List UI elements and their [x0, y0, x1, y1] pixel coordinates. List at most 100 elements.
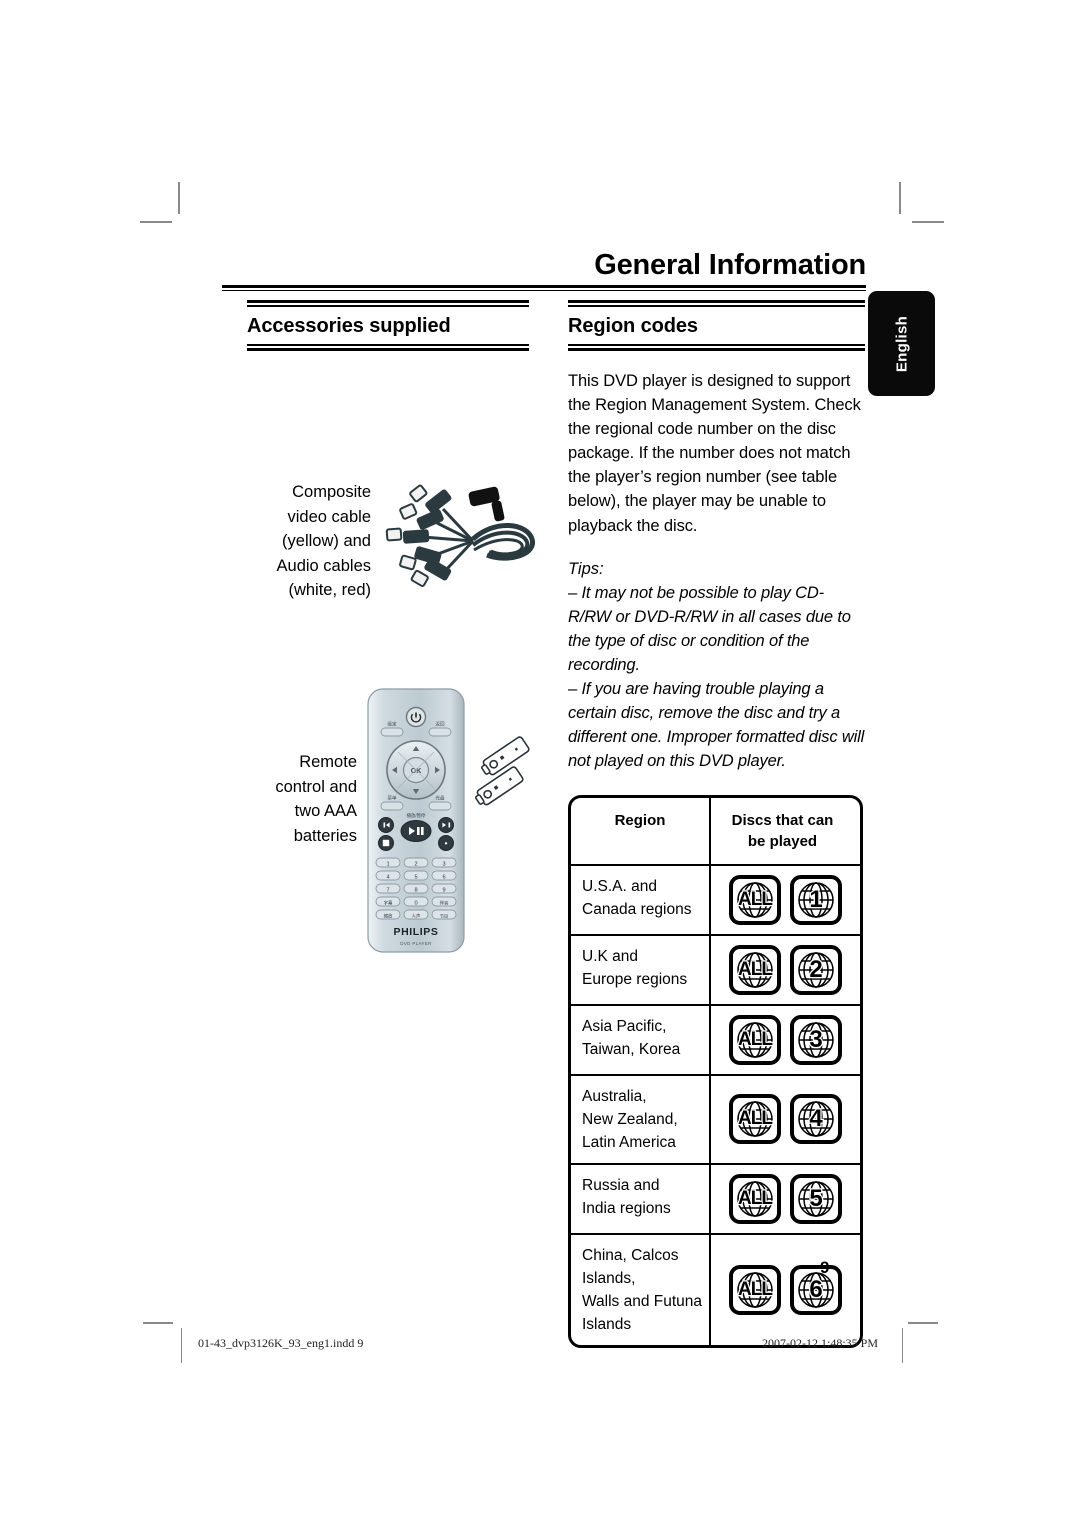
svg-text:8: 8 [414, 888, 417, 894]
tip-item: – It may not be possible to play CD-R/RW… [568, 583, 851, 675]
svg-text:缩放: 缩放 [384, 913, 393, 920]
region-badge-label: ALL [737, 1277, 774, 1301]
svg-text:1: 1 [386, 862, 389, 868]
region-badge-all-icon: ALL [729, 1264, 781, 1315]
svg-text:PHILIPS: PHILIPS [393, 926, 438, 938]
svg-text:9: 9 [442, 888, 445, 894]
section-heading-region-codes: Region codes [568, 315, 698, 337]
footer-crop-mark-right [908, 1322, 938, 1324]
svg-text:光盘: 光盘 [435, 795, 445, 802]
remote-control-illustration: 設定 返回 OK 菜单 光盘 播放/暂停 • 1 2 3 4 5 6 7 8 9… [365, 686, 540, 961]
crop-mark-top-left-vertical [178, 182, 180, 214]
region-badge-all-icon: ALL [729, 874, 781, 925]
crop-mark-top-right-horizontal [912, 221, 944, 223]
crop-mark-top-right-vertical [899, 182, 901, 214]
region-badge-all-icon: ALL [729, 1173, 781, 1224]
figure-caption-remote: Remote control and two AAA batteries [275, 753, 357, 845]
tips-list: – It may not be possible to play CD-R/RW… [568, 581, 865, 774]
svg-text:0: 0 [414, 901, 417, 907]
figure-remote-control: Remote control and two AAA batteries 設定 … [247, 686, 530, 961]
table-row: Asia Pacific, Taiwan, Korea ALL 3 [571, 1003, 860, 1074]
section-rule-bottom [247, 344, 529, 351]
footer-filename: 01-43_dvp3126K_93_eng1.indd 9 [198, 1336, 364, 1350]
table-header-row: Region Discs that can be played [571, 797, 860, 864]
table-cell-region: U.K and Europe regions [571, 935, 711, 1004]
section-rule-top [247, 300, 529, 307]
figure-composite-cables: Composite video cable (yellow) and Audio… [247, 479, 535, 604]
tip-item: – If you are having trouble playing a ce… [568, 680, 865, 771]
svg-text:6: 6 [442, 875, 445, 881]
region-badge-label: ALL [737, 1107, 774, 1131]
table-cell-discs: ALL 3 [711, 1006, 860, 1074]
svg-text:2: 2 [414, 862, 417, 868]
language-tab-english: English [868, 291, 935, 396]
table-cell-region: Australia, New Zealand, Latin America [571, 1075, 711, 1163]
svg-text:7: 7 [386, 888, 389, 894]
region-badge-label: ALL [737, 887, 774, 911]
table-header-region: Region [571, 797, 711, 864]
table-cell-discs: ALL 2 [711, 936, 860, 1004]
region-code-table: Region Discs that can be played U.S.A. a… [568, 794, 863, 1348]
accessories-column: Accessories supplied Composite video cab… [247, 300, 535, 961]
page-header: General Information [222, 248, 866, 291]
section-rule-top [568, 300, 865, 307]
region-badge-all-icon: ALL [729, 944, 781, 995]
region-badge-label: ALL [737, 1186, 774, 1210]
region-codes-column: Region codes This DVD player is designed… [568, 300, 865, 1348]
svg-text:3: 3 [442, 862, 445, 868]
region-badge-label: 5 [808, 1183, 824, 1213]
crop-mark-top-left-horizontal [140, 221, 172, 223]
svg-text:設定: 設定 [387, 721, 397, 728]
figure-caption-cables: Composite video cable (yellow) and Audio… [276, 483, 371, 600]
region-badge-label: 3 [808, 1024, 824, 1054]
header-rule [222, 285, 866, 291]
table-cell-discs: ALL 5 [711, 1165, 860, 1233]
svg-text:DVD PLAYER: DVD PLAYER [400, 941, 432, 946]
language-tab-label: English [893, 315, 910, 372]
svg-text:菜单: 菜单 [387, 795, 397, 802]
svg-text:人声: 人声 [412, 913, 421, 920]
region-badge-number-icon: 5 [790, 1173, 842, 1224]
table-cell-discs: ALL 4 [711, 1076, 860, 1163]
footer-timestamp: 2007-02-12 1:48:35 PM [762, 1336, 879, 1350]
table-cell-discs: ALL 6 [711, 1235, 860, 1345]
section-heading-accessories: Accessories supplied [247, 315, 451, 337]
svg-text:字幕: 字幕 [384, 900, 393, 907]
region-badge-all-icon: ALL [729, 1014, 781, 1065]
svg-text:返回: 返回 [435, 721, 445, 728]
region-badge-label: 4 [808, 1104, 824, 1134]
aaa-batteries [474, 736, 530, 806]
svg-text:•: • [445, 839, 448, 848]
region-badge-number-icon: 6 [790, 1264, 842, 1315]
table-row: U.K and Europe regions ALL 2 [571, 933, 860, 1004]
footer-divider-right [902, 1328, 903, 1363]
footer-crop-mark-left [143, 1322, 173, 1324]
table-header-discs: Discs that can be played [731, 811, 834, 850]
region-badge-number-icon: 3 [790, 1014, 842, 1065]
region-badge-label: 2 [808, 954, 824, 984]
region-badge-number-icon: 2 [790, 944, 842, 995]
table-cell-region: Russia and India regions [571, 1164, 711, 1233]
region-badge-label: ALL [737, 1027, 774, 1051]
region-badge-all-icon: ALL [729, 1094, 781, 1144]
table-row: U.S.A. and Canada regions ALL 1 [571, 863, 860, 934]
region-badge-label: 6 [808, 1274, 824, 1304]
table-row: China, Calcos Islands, Walls and Futuna … [571, 1232, 860, 1345]
region-badge-label: 1 [808, 884, 824, 914]
table-row: Australia, New Zealand, Latin America AL… [571, 1073, 860, 1163]
footer-divider-left [181, 1328, 182, 1363]
page-title: General Information [594, 249, 866, 281]
composite-cable-illustration [377, 479, 542, 604]
region-codes-body-text: This DVD player is designed to support t… [568, 372, 861, 535]
region-badge-number-icon: 4 [790, 1094, 842, 1144]
svg-text:5: 5 [414, 875, 417, 881]
svg-text:4: 4 [386, 875, 389, 881]
table-cell-region: China, Calcos Islands, Walls and Futuna … [571, 1234, 711, 1345]
region-badge-number-icon: 1 [790, 874, 842, 925]
table-row: Russia and India regions ALL 5 [571, 1162, 860, 1233]
svg-text:伴音: 伴音 [440, 900, 449, 907]
tips-label: Tips: [568, 559, 604, 578]
svg-text:播放/暂停: 播放/暂停 [407, 812, 426, 819]
table-cell-region: U.S.A. and Canada regions [571, 865, 711, 934]
region-badge-label: ALL [737, 957, 774, 981]
